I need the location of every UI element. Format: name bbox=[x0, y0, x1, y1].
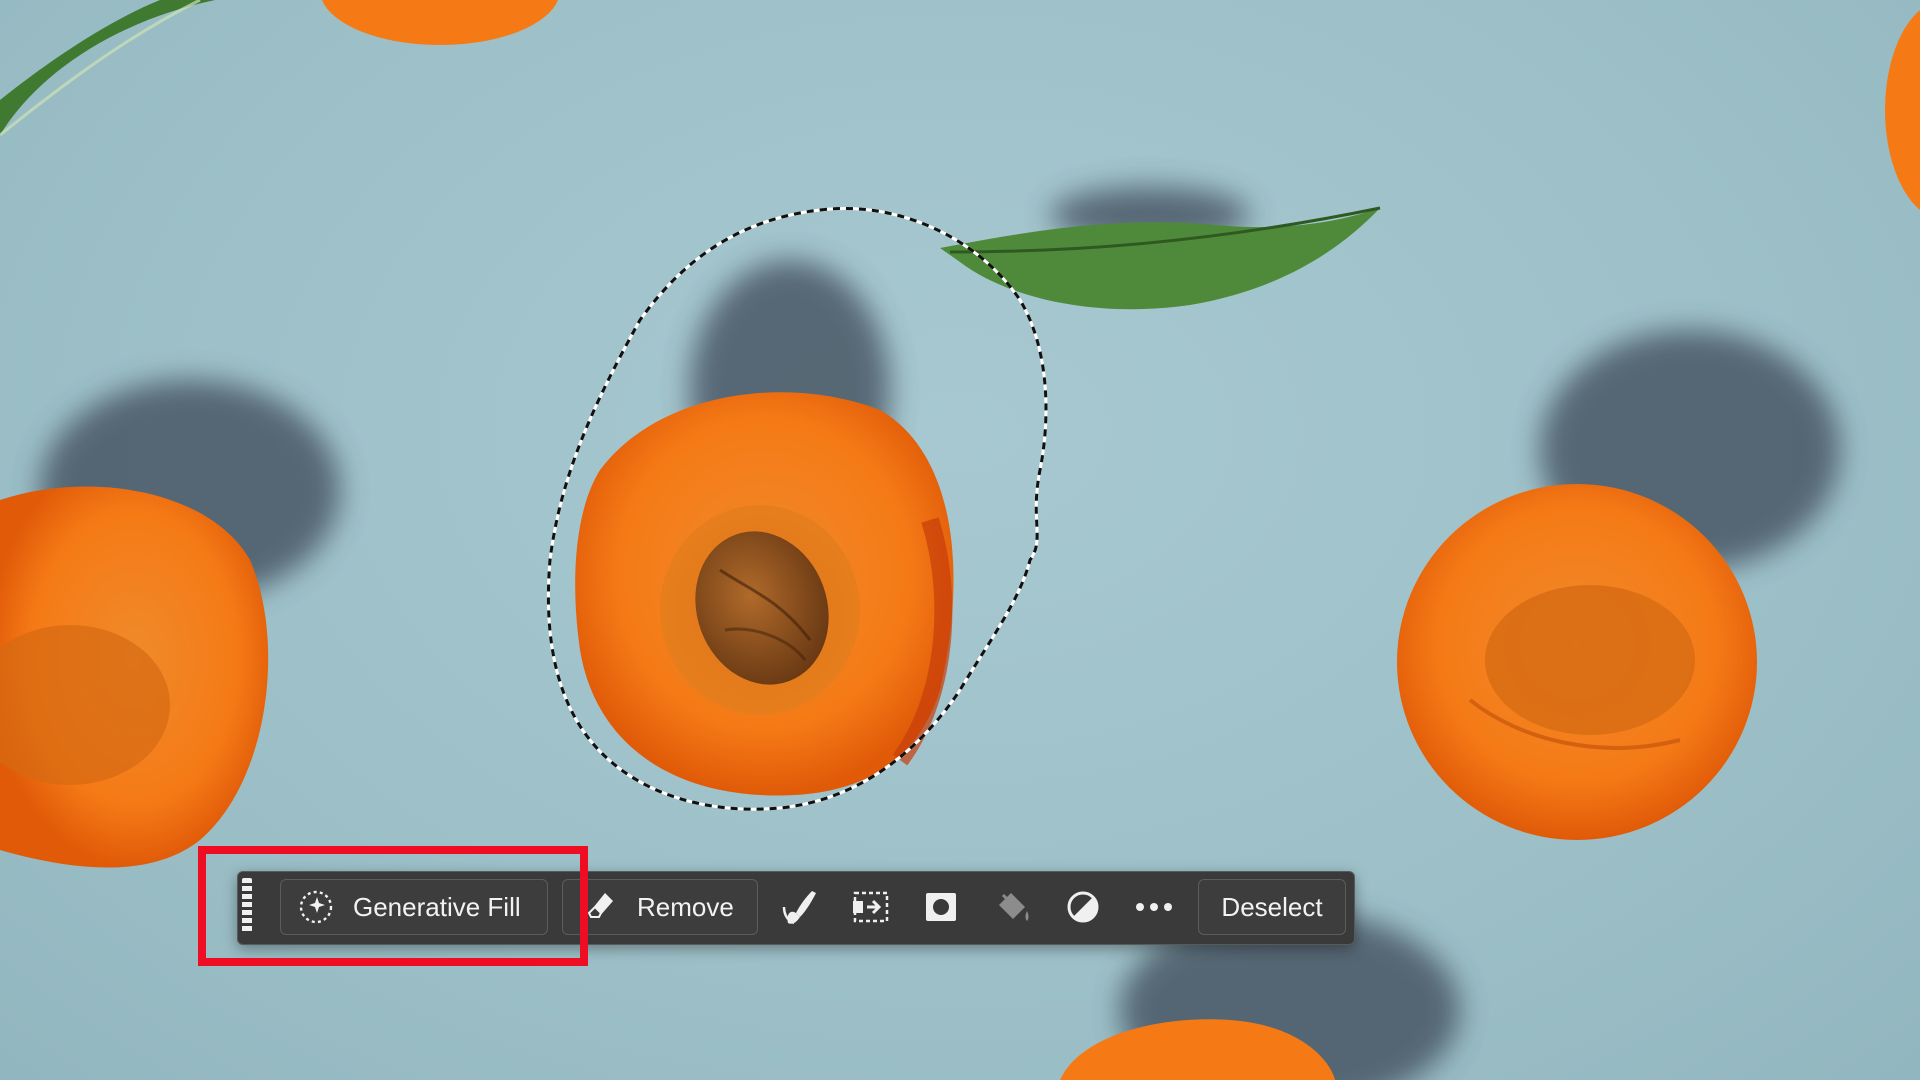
apricot-selected-half bbox=[575, 392, 954, 796]
modify-selection-brush-icon[interactable] bbox=[774, 882, 826, 932]
apricot-top-partial bbox=[322, 0, 558, 45]
create-mask-icon[interactable] bbox=[915, 882, 967, 932]
adjustment-layer-icon[interactable] bbox=[1057, 882, 1109, 932]
deselect-label: Deselect bbox=[1221, 891, 1323, 922]
apricot-right-half bbox=[1397, 484, 1757, 840]
more-options-icon[interactable] bbox=[1128, 882, 1180, 932]
remove-label: Remove bbox=[637, 891, 734, 922]
deselect-button[interactable]: Deselect bbox=[1198, 879, 1346, 935]
apricot-right-edge bbox=[1885, 10, 1920, 210]
eraser-icon bbox=[587, 891, 615, 923]
fill-selection-bucket-icon[interactable] bbox=[986, 882, 1038, 932]
remove-button[interactable]: Remove bbox=[562, 879, 758, 935]
leaf-center bbox=[940, 206, 1381, 310]
leaf-top-left bbox=[0, 0, 215, 137]
apricot-left-half bbox=[0, 486, 269, 868]
transform-selection-icon[interactable] bbox=[845, 882, 897, 932]
annotation-highlight-box bbox=[198, 846, 588, 966]
